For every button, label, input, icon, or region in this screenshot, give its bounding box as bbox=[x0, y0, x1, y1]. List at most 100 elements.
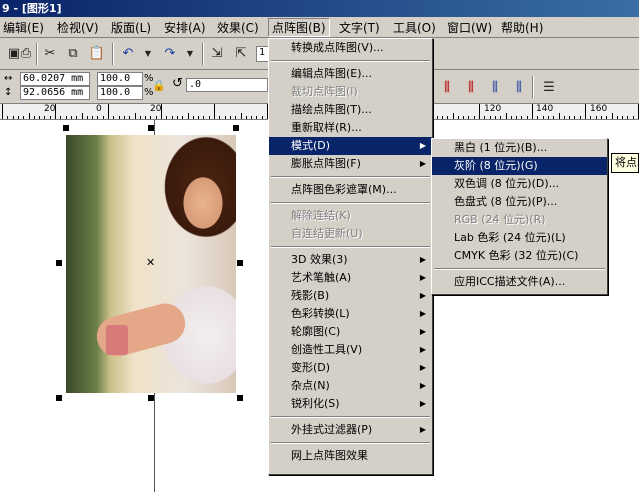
bitmap_menu-item-19[interactable]: 创造性工具(V) ▶ bbox=[269, 341, 432, 359]
menu-layout[interactable]: 版面(L) bbox=[108, 19, 154, 37]
menu-view[interactable]: 检视(V) bbox=[54, 19, 102, 37]
bitmap_menu-item-18[interactable]: 轮廓图(C) ▶ bbox=[269, 323, 432, 341]
ruler-tick bbox=[166, 116, 168, 119]
ruler-tick bbox=[563, 116, 565, 119]
scale-height-field[interactable]: 100.0 bbox=[97, 86, 143, 100]
undo-icon[interactable]: ↶ bbox=[117, 42, 139, 64]
menu-bitmaps[interactable]: 点阵图(B) bbox=[268, 18, 330, 37]
ruler-tick bbox=[12, 116, 14, 119]
ruler-tick bbox=[187, 113, 189, 119]
ruler-tick bbox=[500, 116, 502, 119]
bitmap_menu-item-9[interactable]: 点阵图色彩遮罩(M)... bbox=[269, 181, 432, 199]
mode_submenu-item-6[interactable]: CMYK 色彩 (32 位元)(C) bbox=[432, 247, 607, 265]
menu-text[interactable]: 文字(T) bbox=[336, 19, 383, 37]
redo-dropdown-icon[interactable]: ▼ bbox=[179, 42, 201, 64]
mirror-icon[interactable]: ⫼ bbox=[436, 76, 458, 98]
bitmap_menu-item-2[interactable]: 编辑点阵图(E)... bbox=[269, 65, 432, 83]
lock-ratio-icon[interactable]: 🔒 bbox=[152, 80, 166, 92]
export-icon[interactable]: ⇱ bbox=[230, 42, 252, 64]
ruler-label: 160 bbox=[590, 104, 608, 114]
mode_submenu-item-5[interactable]: Lab 色彩 (24 位元)(L) bbox=[432, 229, 607, 247]
submenu-arrow-icon: ▶ bbox=[419, 425, 426, 434]
rotation-field[interactable]: .0 bbox=[186, 78, 268, 92]
copy-icon[interactable]: ⧉ bbox=[62, 42, 84, 64]
ruler-tick bbox=[468, 116, 470, 119]
menu-item-label: 编辑点阵图(E)... bbox=[291, 67, 373, 80]
menu-arrange[interactable]: 安排(A) bbox=[161, 19, 209, 37]
mode_submenu-item-2[interactable]: 双色调 (8 位元)(D)... bbox=[432, 175, 607, 193]
ruler-tick bbox=[155, 116, 157, 119]
submenu-arrow-icon: ▶ bbox=[419, 273, 426, 282]
position-x-icon: ↔ bbox=[4, 73, 13, 84]
menu-effects[interactable]: 效果(C) bbox=[214, 19, 262, 37]
ruler-tick bbox=[447, 116, 449, 119]
selection-handle[interactable] bbox=[148, 395, 154, 401]
menu-separator bbox=[432, 265, 607, 273]
ruler-tick bbox=[240, 113, 242, 119]
bitmap_menu-item-16[interactable]: 残影(B) ▶ bbox=[269, 287, 432, 305]
ruler-tick bbox=[49, 116, 51, 119]
ruler-tick bbox=[521, 116, 523, 119]
menu-separator bbox=[269, 57, 432, 65]
position-x-field[interactable]: 60.0207 mm bbox=[20, 72, 90, 86]
menu-window[interactable]: 窗口(W) bbox=[444, 19, 495, 37]
ruler-tick bbox=[161, 104, 162, 119]
arrange-icon[interactable]: ☰ bbox=[538, 76, 560, 98]
bitmap_menu-item-6[interactable]: 模式(D) ▶ bbox=[269, 137, 432, 155]
submenu-arrow-icon: ▶ bbox=[419, 345, 426, 354]
mode_submenu-item-3[interactable]: 色盘式 (8 位元)(P)... bbox=[432, 193, 607, 211]
group-icon[interactable]: ⫼ bbox=[484, 76, 506, 98]
submenu-arrow-icon: ▶ bbox=[419, 363, 426, 372]
selection-handle[interactable] bbox=[237, 260, 243, 266]
mode_submenu-item-0[interactable]: 黑白 (1 位元)(B)... bbox=[432, 139, 607, 157]
ruler-tick bbox=[192, 116, 194, 119]
ruler-tick bbox=[473, 116, 475, 119]
bitmap_menu-item-21[interactable]: 杂点(N) ▶ bbox=[269, 377, 432, 395]
bitmap_menu-item-20[interactable]: 变形(D) ▶ bbox=[269, 359, 432, 377]
ruler-tick bbox=[436, 116, 438, 119]
ruler-tick bbox=[113, 116, 115, 119]
mode_submenu-item-1[interactable]: 灰阶 (8 位元)(G) bbox=[432, 157, 607, 175]
bitmap_menu-item-15[interactable]: 艺术笔触(A) ▶ bbox=[269, 269, 432, 287]
ruler-tick bbox=[7, 116, 9, 119]
selection-handle[interactable] bbox=[56, 395, 62, 401]
menu-item-label: 杂点(N) bbox=[291, 379, 330, 392]
ruler-tick bbox=[60, 116, 62, 119]
scale-width-field[interactable]: 100.0 bbox=[97, 72, 143, 86]
selection-handle[interactable] bbox=[237, 395, 243, 401]
ruler-tick bbox=[235, 116, 237, 119]
bitmap_menu-item-7[interactable]: 膨胀点阵图(F) ▶ bbox=[269, 155, 432, 173]
toolbar-separator bbox=[36, 43, 38, 65]
bitmap_menu-item-24[interactable]: 外挂式过滤器(P) ▶ bbox=[269, 421, 432, 439]
align-icon[interactable]: ⫼ bbox=[460, 76, 482, 98]
selection-handle[interactable] bbox=[56, 260, 62, 266]
undo-dropdown-icon[interactable]: ▼ bbox=[137, 42, 159, 64]
cut-icon[interactable]: ✂ bbox=[39, 42, 61, 64]
selection-handle[interactable] bbox=[233, 125, 239, 131]
bitmap_menu-item-5[interactable]: 重新取样(R)... bbox=[269, 119, 432, 137]
print-icon[interactable]: ⎙ bbox=[15, 42, 37, 64]
bitmap_menu-item-17[interactable]: 色彩转换(L) ▶ bbox=[269, 305, 432, 323]
bitmap_menu-item-4[interactable]: 描绘点阵图(T)... bbox=[269, 101, 432, 119]
ruler-label: 20 bbox=[150, 104, 162, 114]
selection-handle[interactable] bbox=[63, 125, 69, 131]
position-y-field[interactable]: 92.0656 mm bbox=[20, 86, 90, 100]
bitmap_menu-item-0[interactable]: 转换成点阵图(V)... bbox=[269, 39, 432, 57]
paste-icon[interactable]: 📋 bbox=[86, 42, 108, 64]
ungroup-icon[interactable]: ⫼ bbox=[508, 76, 530, 98]
mode_submenu-item-8[interactable]: 应用ICC描述文件(A)... bbox=[432, 273, 607, 291]
rotation-center-icon[interactable]: ✕ bbox=[146, 256, 155, 269]
bitmap_menu-item-26[interactable]: 网上点阵图效果 bbox=[269, 447, 432, 465]
redo-icon[interactable]: ↷ bbox=[159, 42, 181, 64]
bitmap_menu-item-22[interactable]: 锐利化(S) ▶ bbox=[269, 395, 432, 413]
menu-item-label: 点阵图色彩遮罩(M)... bbox=[291, 183, 397, 196]
menu-tools[interactable]: 工具(O) bbox=[390, 19, 439, 37]
bitmap_menu-item-3: 裁切点阵图(I) bbox=[269, 83, 432, 101]
bitmap_menu-item-14[interactable]: 3D 效果(3) ▶ bbox=[269, 251, 432, 269]
import-icon[interactable]: ⇲ bbox=[206, 42, 228, 64]
ruler-tick bbox=[198, 116, 200, 119]
menu-help[interactable]: 帮助(H) bbox=[498, 19, 546, 37]
ruler-tick bbox=[245, 116, 247, 119]
selection-handle[interactable] bbox=[148, 125, 154, 131]
menu-edit[interactable]: 编辑(E) bbox=[0, 19, 47, 37]
